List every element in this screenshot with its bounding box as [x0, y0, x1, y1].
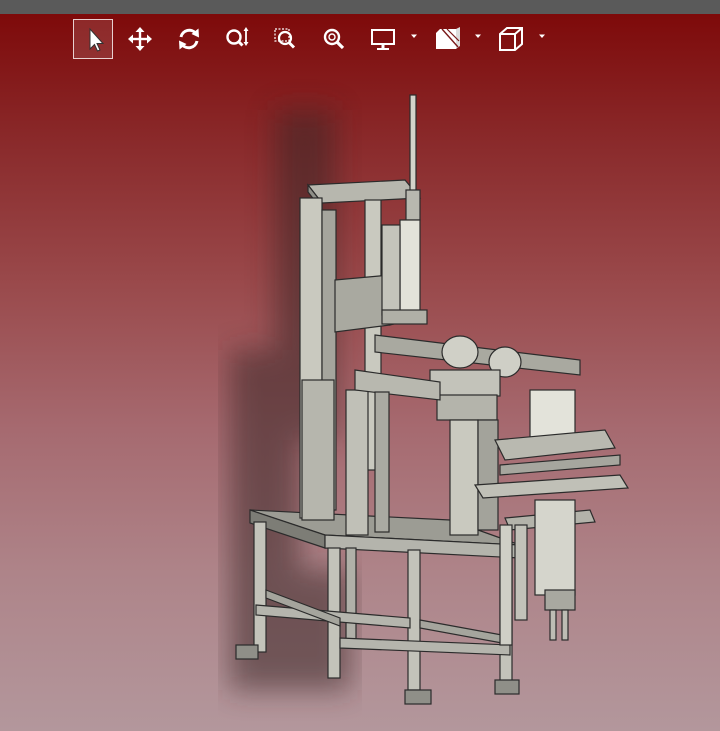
section-view-tool-button[interactable] — [427, 19, 467, 59]
zoom-tool-button[interactable] — [314, 19, 354, 59]
caret-down-icon — [411, 34, 417, 38]
section-view-dropdown[interactable] — [472, 30, 484, 42]
rotate-icon — [179, 28, 199, 50]
zoom-dynamic-tool-button[interactable] — [217, 19, 257, 59]
zoom-updown-icon — [226, 27, 249, 47]
display-mode-tool-button[interactable] — [363, 19, 403, 59]
display-mode-dropdown[interactable] — [408, 30, 420, 42]
caret-down-icon — [475, 34, 481, 38]
view-orientation-tool-button[interactable] — [491, 19, 531, 59]
move-arrows-icon — [128, 27, 152, 51]
zoom-window-tool-button[interactable] — [266, 19, 306, 59]
machine-assembly-model[interactable] — [150, 70, 670, 730]
view-orientation-dropdown[interactable] — [536, 30, 548, 42]
pan-tool-button[interactable] — [120, 19, 160, 59]
zoom-icon — [323, 28, 345, 50]
arrow-pointer-icon — [89, 27, 105, 52]
view-toolbar — [0, 14, 720, 64]
rotate-tool-button[interactable] — [169, 19, 209, 59]
caret-down-icon — [539, 34, 545, 38]
section-cube-icon — [436, 27, 460, 49]
cad-viewer — [0, 0, 720, 731]
select-tool-button[interactable] — [73, 19, 113, 59]
machine-assembly-drawing — [230, 94, 630, 705]
monitor-icon — [371, 29, 395, 50]
window-top-bar — [0, 0, 720, 14]
cube-icon — [499, 27, 523, 51]
zoom-box-icon — [274, 28, 296, 49]
